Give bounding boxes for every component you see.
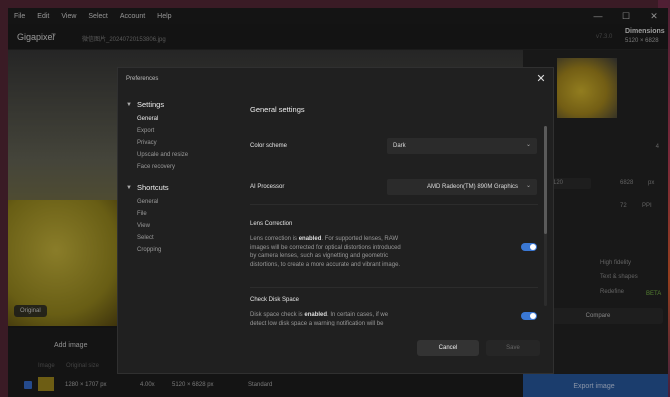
disk-space-title: Check Disk Space xyxy=(250,297,300,303)
lens-state: enabled xyxy=(298,236,322,242)
color-scheme-select[interactable]: Dark ⌄ xyxy=(387,138,537,154)
chevron-down-icon: ⌄ xyxy=(525,142,531,148)
disk-space-toggle[interactable] xyxy=(521,312,537,320)
ai-processor-value: AMD Radeon(TM) 890M Graphics xyxy=(427,184,519,190)
lens-pre: Lens correction is xyxy=(250,236,299,242)
disk-space-description: Disk space check is enabled. In certain … xyxy=(250,311,402,326)
nav-settings-header[interactable]: ▼ Settings xyxy=(126,100,164,109)
color-scheme-value: Dark xyxy=(393,143,406,149)
preferences-dialog: Preferences ✕ ▼ Settings General Export … xyxy=(117,67,554,374)
dialog-title: Preferences xyxy=(126,76,159,82)
section-title: General settings xyxy=(250,105,305,114)
cancel-label: Cancel xyxy=(438,345,458,351)
nav-item-shortcut-file[interactable]: File xyxy=(137,211,147,217)
nav-item-shortcut-select[interactable]: Select xyxy=(137,235,154,241)
nav-item-general[interactable]: General xyxy=(137,116,158,122)
lens-correction-toggle[interactable] xyxy=(521,243,537,251)
disk-state: enabled xyxy=(304,312,328,318)
close-icon[interactable]: ✕ xyxy=(535,73,547,85)
nav-shortcuts-header[interactable]: ▼ Shortcuts xyxy=(126,183,169,192)
divider xyxy=(250,204,538,205)
ai-processor-select[interactable]: AMD Radeon(TM) 890M Graphics ⌄ xyxy=(387,179,537,195)
preferences-nav: ▼ Settings General Export Privacy Upscal… xyxy=(118,92,230,375)
nav-item-shortcut-cropping[interactable]: Cropping xyxy=(137,247,161,253)
ai-processor-label: AI Processor xyxy=(250,184,285,190)
nav-item-face-recovery[interactable]: Face recovery xyxy=(137,164,175,170)
lens-correction-title: Lens Correction xyxy=(250,221,293,227)
settings-content: General settings Color scheme Dark ⌄ AI … xyxy=(232,92,550,326)
nav-item-upscale[interactable]: Upscale and resize xyxy=(137,152,188,158)
lens-correction-description: Lens correction is enabled. For supporte… xyxy=(250,235,402,269)
chevron-down-icon: ▼ xyxy=(126,184,132,191)
chevron-down-icon: ▼ xyxy=(126,101,132,108)
nav-item-export[interactable]: Export xyxy=(137,128,154,134)
save-label: Save xyxy=(506,345,520,351)
nav-item-privacy[interactable]: Privacy xyxy=(137,140,157,146)
settings-header-label: Settings xyxy=(137,100,165,109)
settings-scrollbar-thumb[interactable] xyxy=(544,126,547,234)
cancel-button[interactable]: Cancel xyxy=(417,340,479,356)
chevron-down-icon: ⌄ xyxy=(525,183,531,189)
divider xyxy=(250,287,538,288)
shortcuts-header-label: Shortcuts xyxy=(137,183,169,192)
nav-item-shortcut-general[interactable]: General xyxy=(137,199,158,205)
save-button[interactable]: Save xyxy=(486,340,540,356)
color-scheme-label: Color scheme xyxy=(250,143,288,149)
disk-pre: Disk space check is xyxy=(250,312,305,318)
nav-item-shortcut-view[interactable]: View xyxy=(137,223,150,229)
